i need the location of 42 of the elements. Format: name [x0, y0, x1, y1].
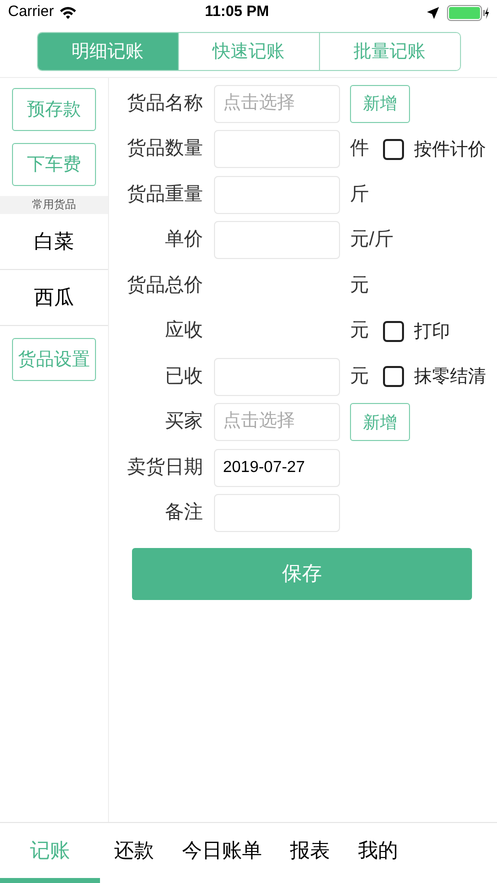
location-arrow-icon — [427, 6, 439, 18]
checkbox[interactable] — [383, 366, 404, 388]
field-label: 备注 — [164, 501, 203, 525]
field-label: 货品名称 — [126, 92, 203, 116]
carrier-text: Carrier — [8, 2, 54, 22]
wifi-icon — [58, 6, 77, 19]
tab-bar-item[interactable]: 还款 — [100, 823, 168, 883]
tab-bar-item[interactable]: 我的 — [344, 823, 412, 883]
input-field[interactable]: 点击选择 — [214, 403, 340, 442]
goods-item[interactable]: 白菜 — [0, 214, 108, 270]
unit-label: 斤 — [350, 182, 370, 206]
input-field[interactable] — [214, 221, 340, 260]
field-label: 卖货日期 — [126, 456, 203, 480]
input-field[interactable] — [214, 130, 340, 168]
goods-item[interactable]: 西瓜 — [0, 270, 108, 326]
field-label: 货品总价 — [126, 274, 203, 298]
input-field[interactable]: 2019-07-27 — [214, 448, 340, 487]
unit-label: 元/斤 — [350, 228, 394, 252]
unit-label: 元 — [350, 364, 370, 388]
input-field[interactable]: 点击选择 — [214, 84, 340, 123]
tab-bar-item[interactable]: 今日账单 — [168, 823, 276, 883]
unit-label: 件 — [350, 137, 370, 161]
checkbox[interactable] — [383, 138, 404, 160]
input-field[interactable] — [214, 358, 340, 396]
checkbox[interactable] — [383, 320, 404, 342]
field-label: 已收 — [164, 364, 203, 388]
field-label: 货品重量 — [126, 182, 203, 206]
tab-bar-item[interactable]: 报表 — [276, 823, 344, 883]
field-label: 应收 — [164, 319, 203, 343]
field-label: 货品数量 — [126, 137, 203, 161]
checkbox-option[interactable]: 打印 — [383, 318, 450, 345]
section-header: 常用货品 — [0, 196, 108, 214]
field-label: 买家 — [164, 410, 203, 434]
checkbox-option[interactable]: 按件计价 — [383, 136, 486, 163]
field-label: 单价 — [164, 228, 203, 252]
battery-icon — [447, 4, 489, 20]
input-field[interactable] — [214, 494, 340, 532]
unit-label: 元 — [350, 274, 370, 298]
checkbox-option[interactable]: 抹零结清 — [383, 363, 486, 390]
unit-label: 元 — [350, 319, 370, 343]
time-text: 11:05 PM — [204, 2, 270, 22]
input-field[interactable] — [214, 176, 340, 214]
